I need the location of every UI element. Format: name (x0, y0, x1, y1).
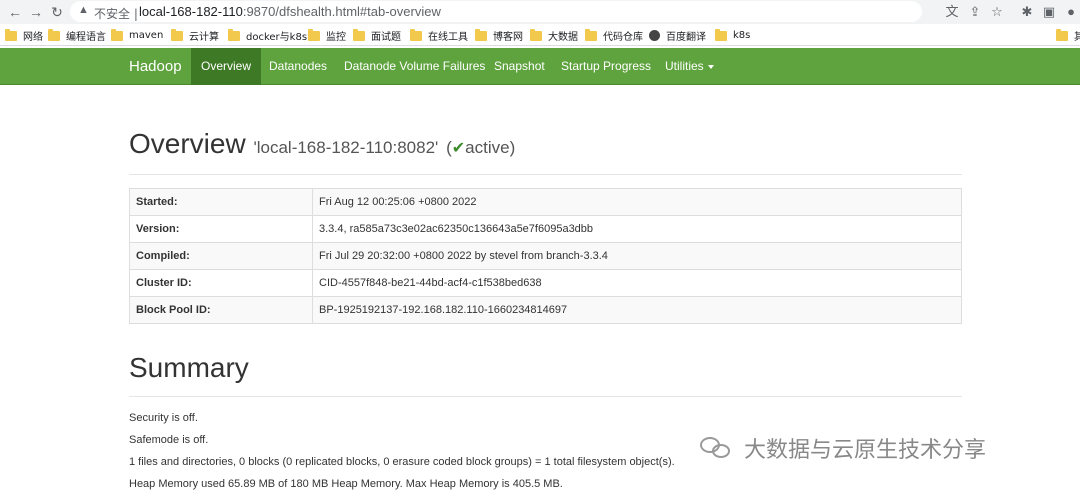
star-icon[interactable]: ☆ (988, 3, 1006, 21)
bookmark-label: 大数据 (548, 32, 578, 43)
summary-line: Heap Memory used 65.89 MB of 180 MB Heap… (129, 478, 563, 490)
share-icon[interactable]: ⇪ (966, 3, 984, 21)
row-key: Compiled: (129, 242, 313, 270)
bookmark-label: 其 (1074, 32, 1080, 43)
brand-logo[interactable]: Hadoop (129, 58, 182, 75)
divider (129, 174, 962, 175)
overview-table: Started: Fri Aug 12 00:25:06 +0800 2022 V… (129, 188, 962, 324)
translate-icon[interactable]: 文 (943, 3, 961, 21)
forward-arrow-icon[interactable]: → (27, 3, 45, 21)
profile-icon[interactable]: ● (1062, 3, 1080, 21)
folder-icon (475, 28, 487, 41)
folder-icon (353, 28, 365, 41)
wechat-logo-icon (700, 435, 734, 461)
row-key: Version: (129, 215, 313, 243)
nav-datanode-volume-failures[interactable]: Datanode Volume Failures (334, 48, 495, 85)
divider (129, 396, 962, 397)
bookmark-label: 网络 (23, 32, 43, 43)
row-key: Cluster ID: (129, 269, 313, 297)
host-label: 'local-168-182-110:8082' (253, 138, 439, 157)
folder-icon (228, 28, 240, 41)
bookmark-label: 百度翻译 (666, 32, 706, 43)
folder-icon (48, 28, 60, 41)
bookmark-item[interactable]: 代码仓库 (585, 28, 643, 43)
url-text[interactable]: local-168-182-110:9870/dfshealth.html#ta… (139, 4, 441, 19)
bookmarks-bar: 网络 编程语言 maven 云计算 docker与k8s 监控 面试题 在线工具 博客网 大数据 代… (0, 24, 1080, 46)
folder-icon (171, 28, 183, 41)
page-title: Overview (129, 128, 246, 159)
table-row: Version: 3.3.4, ra585a73c3e02ac62350c1366… (129, 215, 962, 243)
bookmark-label: 面试题 (371, 32, 401, 43)
watermark: 大数据与云原生技术分享 (700, 432, 986, 464)
folder-icon (715, 28, 727, 41)
nav-snapshot[interactable]: Snapshot (484, 48, 555, 85)
folder-icon (5, 28, 17, 41)
nav-utilities[interactable]: Utilities (655, 48, 724, 85)
warning-triangle-icon[interactable]: ▲ (78, 4, 89, 16)
globe-icon (649, 30, 660, 41)
row-value: BP-1925192137-192.168.182.110-1660234814… (312, 296, 962, 324)
bookmark-item[interactable]: 面试题 (353, 28, 401, 43)
folder-icon (530, 28, 542, 41)
table-row: Cluster ID: CID-4557f848-be21-44bd-acf4-c… (129, 269, 962, 297)
bookmark-label: 云计算 (189, 32, 219, 43)
bookmark-item[interactable]: 编程语言 (48, 28, 106, 43)
row-value: 3.3.4, ra585a73c3e02ac62350c136643a5e7f6… (312, 215, 962, 243)
bookmark-label: maven (129, 30, 164, 41)
watermark-text: 大数据与云原生技术分享 (744, 438, 987, 463)
nav-startup-progress[interactable]: Startup Progress (551, 48, 661, 85)
summary-line: Security is off. (129, 412, 198, 424)
caret-down-icon (707, 64, 714, 69)
folder-icon (1056, 28, 1068, 41)
bookmark-item[interactable]: maven (111, 28, 163, 43)
bookmark-label: 在线工具 (428, 32, 468, 43)
reload-icon[interactable]: ↻ (48, 3, 66, 21)
not-secure-label: 不安全 | (94, 7, 138, 21)
checkmark-icon: ✔ (451, 140, 466, 157)
bookmark-label: k8s (733, 30, 751, 41)
folder-icon (410, 28, 422, 41)
bookmark-label: 代码仓库 (603, 32, 643, 43)
bookmark-item[interactable]: docker与k8s (228, 28, 307, 43)
nav-overview[interactable]: Overview (191, 48, 262, 85)
bookmark-item[interactable]: 云计算 (171, 28, 219, 43)
bookmark-item[interactable]: 大数据 (530, 28, 578, 43)
nav-datanodes[interactable]: Datanodes (259, 48, 337, 85)
folder-icon (111, 28, 123, 41)
summary-heading: Summary (129, 352, 249, 383)
bookmark-item[interactable]: 博客网 (475, 28, 523, 43)
table-row: Started: Fri Aug 12 00:25:06 +0800 2022 (129, 188, 962, 216)
row-value: CID-4557f848-be21-44bd-acf4-c1f538bed638 (312, 269, 962, 297)
bookmark-label: 监控 (326, 32, 346, 43)
bookmark-item[interactable]: k8s (715, 28, 750, 43)
table-row: Compiled: Fri Jul 29 20:32:00 +0800 2022 … (129, 242, 962, 270)
overview-heading: Overview 'local-168-182-110:8082' (✔acti… (129, 128, 515, 160)
bookmark-label: docker与k8s (246, 32, 308, 43)
bookmark-item[interactable]: 百度翻译 (649, 28, 706, 43)
bookmark-item[interactable]: 网络 (5, 28, 43, 43)
status-text: active (465, 138, 510, 157)
status-wrapper: (✔active) (446, 138, 516, 157)
row-key: Started: (129, 188, 313, 216)
table-row: Block Pool ID: BP-1925192137-192.168.182.… (129, 296, 962, 324)
side-panel-icon[interactable]: ▣ (1040, 3, 1058, 21)
bookmark-label: 博客网 (493, 32, 523, 43)
hadoop-navbar: Hadoop Overview Datanodes Datanode Volum… (0, 48, 1080, 85)
folder-icon (585, 28, 597, 41)
address-bar[interactable]: ▲ 不安全 | local-168-182-110:9870/dfshealth… (70, 1, 922, 22)
bookmark-item[interactable]: 监控 (308, 28, 346, 43)
bookmark-label: 编程语言 (66, 32, 106, 43)
browser-toolbar: ← → ↻ ▲ 不安全 | local-168-182-110:9870/dfs… (0, 0, 1080, 24)
row-value: Fri Jul 29 20:32:00 +0800 2022 by stevel… (312, 242, 962, 270)
back-arrow-icon[interactable]: ← (6, 3, 24, 21)
summary-line: 1 files and directories, 0 blocks (0 rep… (129, 456, 675, 468)
bookmark-item[interactable]: 在线工具 (410, 28, 468, 43)
extensions-icon[interactable]: ✱ (1018, 3, 1036, 21)
row-key: Block Pool ID: (129, 296, 313, 324)
folder-icon (308, 28, 320, 41)
row-value: Fri Aug 12 00:25:06 +0800 2022 (312, 188, 962, 216)
utilities-label: Utilities (665, 59, 704, 73)
summary-line: Safemode is off. (129, 434, 209, 446)
bookmark-item[interactable]: 其 (1056, 28, 1080, 43)
